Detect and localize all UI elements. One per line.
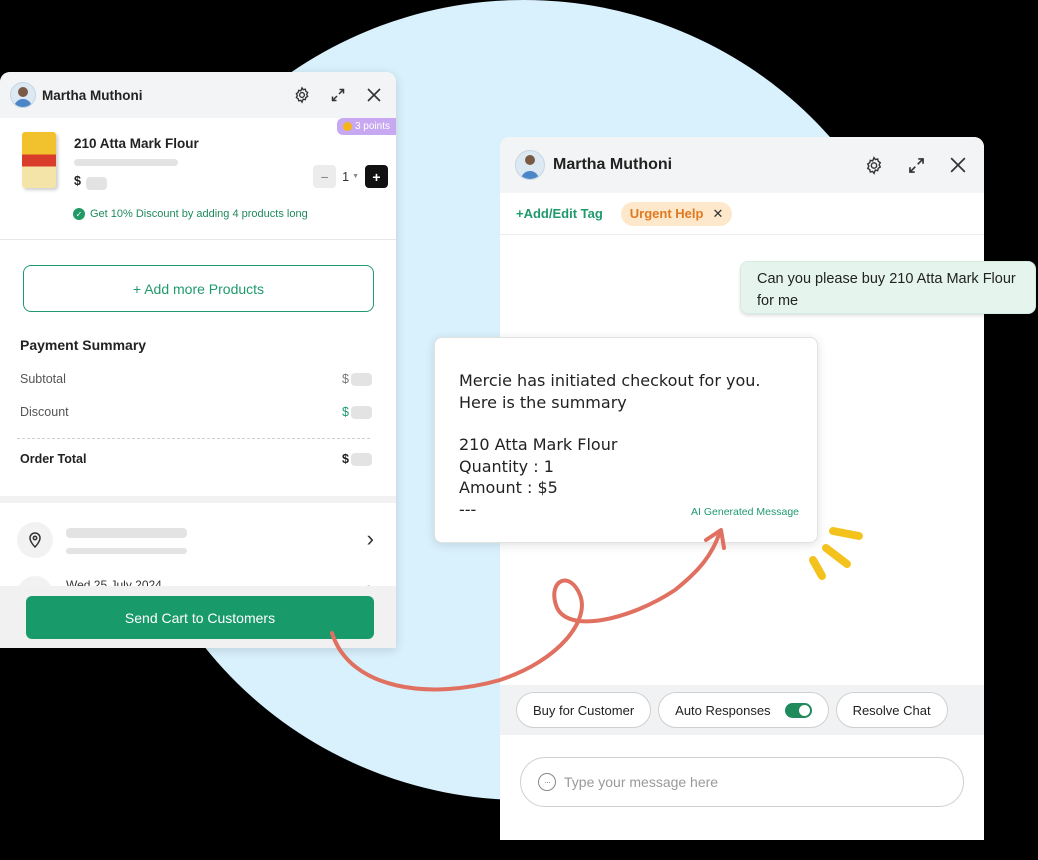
cart-panel: Martha Muthoni 3 points 210 Atta Mark Fl… [0,72,396,648]
add-more-products-button[interactable]: + Add more Products [23,265,374,312]
customer-name: Martha Muthoni [553,156,673,173]
send-cart-button[interactable]: Send Cart to Customers [26,596,374,639]
address-subline-placeholder [66,548,187,554]
summary-line-2: Here is the summary [459,392,627,412]
gear-icon[interactable] [864,155,884,175]
close-icon[interactable] [364,85,384,105]
product-name: 210 Atta Mark Flour [74,136,199,151]
expand-icon[interactable] [906,155,926,175]
tag-bar: +Add/Edit Tag Urgent Help ✕ [500,193,984,235]
subtotal-row: Subtotal $ [20,372,372,386]
points-badge: 3 points [336,118,396,135]
address-line-placeholder [66,528,187,538]
discount-label: Discount [20,405,69,419]
product-currency: $ [74,174,81,188]
chevron-down-icon: ▼ [352,173,359,180]
product-description-placeholder [74,159,178,166]
gear-icon[interactable] [292,85,312,105]
add-edit-tag-link[interactable]: +Add/Edit Tag [516,206,603,221]
product-price: $ [74,174,107,190]
urgent-help-tag[interactable]: Urgent Help ✕ [620,201,733,226]
auto-responses-label: Auto Responses [675,702,771,718]
check-circle-icon: ✓ [73,208,85,220]
auto-responses-toggle[interactable] [784,702,812,718]
increase-quantity-button[interactable]: + [365,165,388,188]
chat-bubble-icon: ··· [538,773,556,791]
cart-panel-header: Martha Muthoni [0,72,396,118]
coin-icon [342,122,352,131]
chat-actions-bar: Buy for Customer Auto Responses Resolve … [500,685,984,735]
order-total-label: Order Total [20,452,87,466]
chat-panel-header: Martha Muthoni [500,137,984,193]
summary-divider [17,438,370,439]
customer-avatar [515,150,545,180]
subtotal-label: Subtotal [20,372,66,386]
summary-line-1: Mercie has initiated checkout for you. [459,371,761,390]
buy-for-customer-button[interactable]: Buy for Customer [516,692,652,728]
summary-quantity: Quantity : 1 [459,456,554,476]
cart-product-row: 3 points 210 Atta Mark Flour $ − 1 ▼ + ✓… [0,118,396,240]
customer-avatar [10,82,36,108]
tag-label: Urgent Help [629,206,704,221]
customer-message-bubble: Can you please buy 210 Atta Mark Flour f… [740,261,1036,314]
section-separator [0,496,396,503]
discount-promo-text: Get 10% Discount by adding 4 products lo… [90,208,308,220]
summary-item: 210 Atta Mark Flour [459,435,618,454]
location-pin-icon [17,522,53,558]
decrease-quantity-button[interactable]: − [313,165,337,188]
subtotal-value: $ [342,372,372,386]
address-chevron-right-icon[interactable]: › [367,526,374,552]
message-input[interactable]: ··· Type your message here [520,757,964,807]
message-input-placeholder: Type your message here [564,774,719,790]
product-image [22,132,56,188]
remove-tag-icon[interactable]: ✕ [712,206,723,222]
expand-icon[interactable] [328,85,348,105]
checkout-summary-card: Mercie has initiated checkout for you. H… [434,337,818,543]
payment-summary-title: Payment Summary [20,337,147,353]
points-text: 3 points [354,121,390,132]
ai-generated-label: AI Generated Message [691,505,799,518]
discount-promo: ✓ Get 10% Discount by adding 4 products … [73,208,308,220]
auto-responses-button[interactable]: Auto Responses [658,692,829,728]
resolve-chat-button[interactable]: Resolve Chat [835,692,948,728]
quantity-select[interactable]: 1 ▼ [342,170,359,184]
order-total-value: $ [342,452,372,466]
discount-row: Discount $ [20,405,372,419]
order-total-row: Order Total $ [20,452,372,466]
close-icon[interactable] [948,155,968,175]
customer-name: Martha Muthoni [42,87,143,103]
product-price-placeholder [86,177,107,190]
summary-amount: Amount : $5 [459,478,558,497]
quantity-stepper[interactable]: − 1 ▼ + [313,165,388,188]
discount-value: $ [342,405,372,419]
quantity-value: 1 [342,169,350,184]
